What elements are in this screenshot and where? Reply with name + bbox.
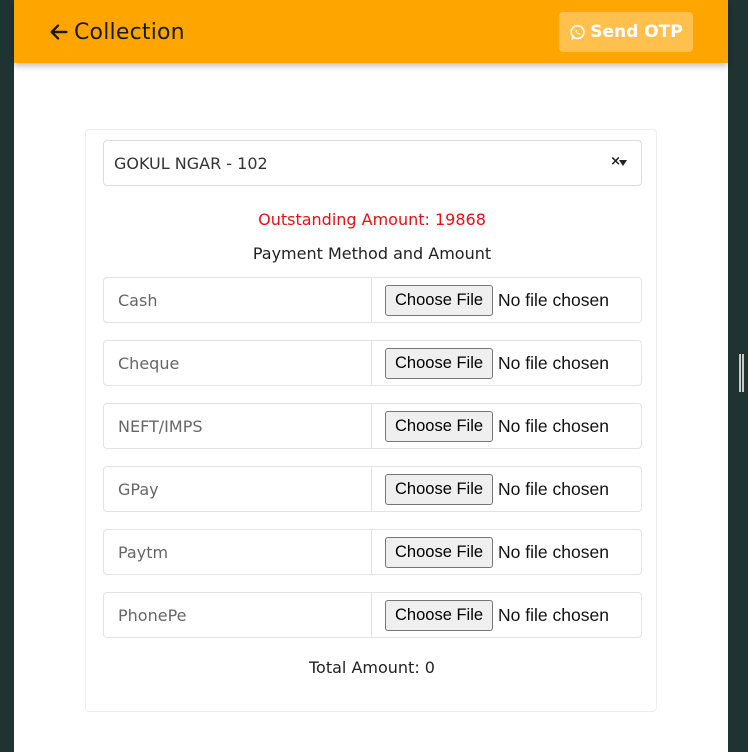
collection-panel: Collection Send OTP GOKUL NGAR - 102 × O… [14, 0, 728, 752]
gpay-placeholder: GPay [118, 479, 159, 499]
choose-file-button[interactable]: Choose File [385, 599, 494, 631]
payment-row-neft-imps: NEFT/IMPS Choose File No file chosen [103, 403, 642, 449]
cheque-placeholder: Cheque [118, 353, 180, 373]
file-status: No file chosen [498, 478, 609, 499]
payment-row-phonepe: PhonePe Choose File No file chosen [103, 592, 642, 638]
phonepe-placeholder: PhonePe [118, 605, 187, 625]
choose-file-button[interactable]: Choose File [385, 410, 494, 442]
cash-amount-input[interactable]: Cash [104, 278, 372, 322]
cheque-file-input: Choose File No file chosen [372, 341, 641, 385]
collection-form-card: GOKUL NGAR - 102 × Outstanding Amount: 1… [85, 129, 657, 712]
resize-handle[interactable] [739, 354, 744, 392]
choose-file-button[interactable]: Choose File [385, 473, 494, 505]
send-otp-button[interactable]: Send OTP [559, 12, 693, 52]
phonepe-amount-input[interactable]: PhonePe [104, 593, 372, 637]
property-select[interactable]: GOKUL NGAR - 102 × [103, 140, 642, 186]
whatsapp-icon [570, 24, 585, 40]
payment-row-cheque: Cheque Choose File No file chosen [103, 340, 642, 386]
paytm-placeholder: Paytm [118, 542, 169, 562]
phonepe-file-input: Choose File No file chosen [372, 593, 641, 637]
payment-method-heading: Payment Method and Amount [252, 244, 492, 263]
app-header: Collection Send OTP [14, 0, 728, 63]
cash-placeholder: Cash [118, 290, 158, 310]
cheque-amount-input[interactable]: Cheque [104, 341, 372, 385]
neft-imps-amount-input[interactable]: NEFT/IMPS [104, 404, 372, 448]
payment-row-gpay: GPay Choose File No file chosen [103, 466, 642, 512]
payment-row-paytm: Paytm Choose File No file chosen [103, 529, 642, 575]
file-status: No file chosen [498, 352, 609, 373]
choose-file-button[interactable]: Choose File [385, 536, 494, 568]
neft-imps-placeholder: NEFT/IMPS [118, 416, 203, 436]
selected-property: GOKUL NGAR - 102 [114, 153, 268, 173]
gpay-file-input: Choose File No file chosen [372, 467, 641, 511]
gpay-amount-input[interactable]: GPay [104, 467, 372, 511]
choose-file-button[interactable]: Choose File [385, 347, 494, 379]
paytm-amount-input[interactable]: Paytm [104, 530, 372, 574]
chevron-down-icon[interactable] [619, 160, 627, 166]
cash-file-input: Choose File No file chosen [372, 278, 641, 322]
payment-row-cash: Cash Choose File No file chosen [103, 277, 642, 323]
outstanding-amount: Outstanding Amount: 19868 [258, 210, 486, 229]
send-otp-label: Send OTP [590, 22, 683, 42]
neft-imps-file-input: Choose File No file chosen [372, 404, 641, 448]
choose-file-button[interactable]: Choose File [385, 284, 494, 316]
back-button[interactable]: Collection [48, 16, 185, 48]
file-status: No file chosen [498, 415, 609, 436]
page-title: Collection [74, 19, 185, 45]
paytm-file-input: Choose File No file chosen [372, 530, 641, 574]
file-status: No file chosen [498, 541, 609, 562]
file-status: No file chosen [498, 289, 609, 310]
arrow-left-icon [50, 24, 68, 40]
file-status: No file chosen [498, 604, 609, 625]
total-amount: Total Amount: 0 [309, 658, 435, 677]
